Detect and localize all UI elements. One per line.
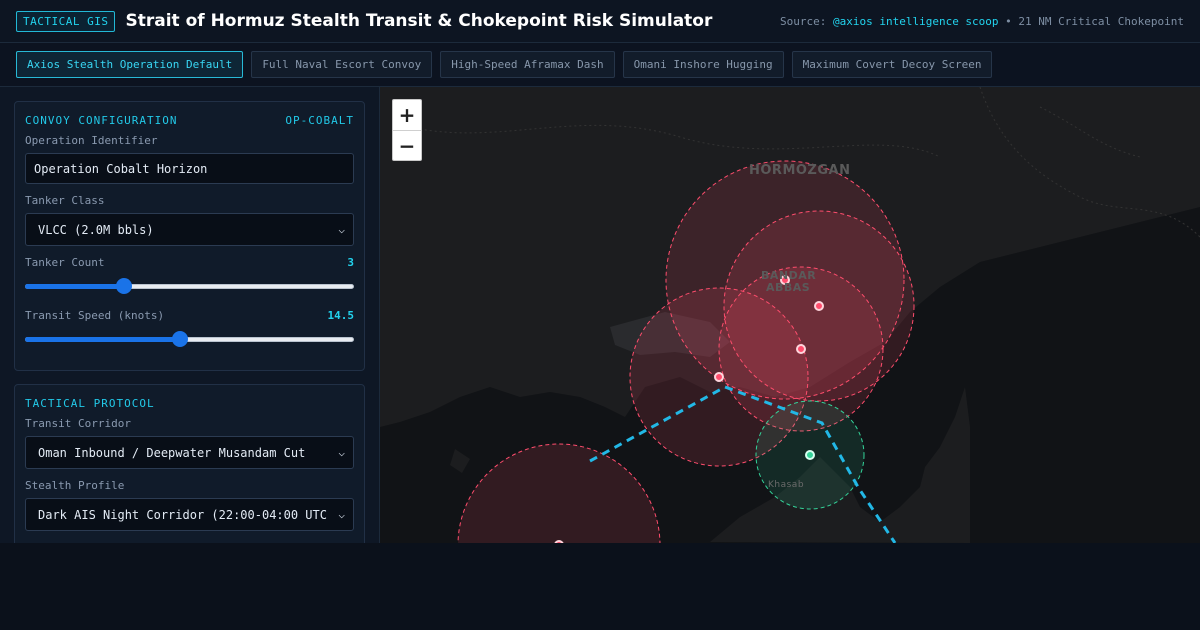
map-canvas [380, 87, 1200, 543]
preset-aframax-dash-button[interactable]: High-Speed Aframax Dash [440, 51, 615, 78]
tanker-count-slider[interactable] [25, 275, 354, 297]
chevron-down-icon: ⌵ [338, 223, 345, 236]
slider-thumb[interactable] [171, 331, 188, 347]
page-title: Strait of Hormuz Stealth Transit & Choke… [125, 11, 713, 31]
preset-axios-stealth-button[interactable]: Axios Stealth Operation Default [16, 51, 244, 78]
control-sidebar: CONVOY CONFIGURATION OP-COBALT Operation… [0, 87, 380, 543]
transit-speed-label: Transit Speed (knots) [25, 309, 165, 322]
source-suffix: • 21 NM Critical Chokepoint [998, 14, 1184, 28]
page-footer-area [0, 543, 1200, 630]
place-label-abbas: ABBAS [766, 281, 811, 294]
stealth-profile-value: Dark AIS Night Corridor (22:00-04:00 UTC… [38, 507, 328, 522]
chevron-down-icon: ⌵ [338, 508, 345, 521]
source-prefix: Source: [780, 14, 833, 28]
operation-identifier-value: Operation Cobalt Horizon [34, 161, 208, 176]
zoom-out-button[interactable]: − [393, 130, 421, 160]
transit-corridor-label: Transit Corridor [25, 417, 131, 430]
tactical-protocol-card: TACTICAL PROTOCOL Transit Corridor Oman … [14, 384, 365, 543]
transit-corridor-value: Oman Inbound / Deepwater Musandam Cut [38, 445, 306, 460]
threat-zone [457, 443, 661, 543]
threat-marker [814, 301, 824, 311]
tanker-count-value: 3 [347, 256, 354, 269]
stealth-profile-select[interactable]: Dark AIS Night Corridor (22:00-04:00 UTC… [25, 498, 354, 531]
place-label-hormozgan: HORMOZGAN [749, 163, 851, 178]
stealth-profile-label: Stealth Profile [25, 479, 125, 492]
map-view[interactable]: HORMOZGAN BANDAR ABBAS Khasab + − [380, 87, 1200, 543]
source-handle-link[interactable]: @axios intelligence scoop [833, 15, 999, 28]
transit-speed-value: 14.5 [327, 309, 355, 322]
threat-marker [714, 372, 724, 382]
preset-naval-escort-button[interactable]: Full Naval Escort Convoy [251, 51, 433, 78]
convoy-configuration-card: CONVOY CONFIGURATION OP-COBALT Operation… [14, 101, 365, 371]
app-header: TACTICAL GIS Strait of Hormuz Stealth Tr… [0, 0, 1200, 43]
zoom-control: + − [392, 99, 422, 161]
source-line: Source: @axios intelligence scoop • 21 N… [780, 15, 1184, 28]
operation-identifier-label: Operation Identifier [25, 134, 158, 147]
place-label-khasab: Khasab [768, 480, 805, 490]
chevron-down-icon: ⌵ [338, 446, 345, 459]
tanker-class-label: Tanker Class [25, 194, 105, 207]
slider-thumb[interactable] [115, 278, 132, 294]
operation-identifier-input[interactable]: Operation Cobalt Horizon [25, 153, 354, 184]
protocol-card-header: TACTICAL PROTOCOL [25, 397, 354, 410]
tanker-count-label: Tanker Count [25, 256, 105, 269]
slider-fill [25, 284, 124, 289]
transit-speed-slider[interactable] [25, 328, 354, 350]
safe-marker [805, 450, 815, 460]
protocol-heading: TACTICAL PROTOCOL [25, 397, 155, 410]
zoom-in-button[interactable]: + [393, 100, 421, 130]
island [450, 449, 470, 473]
convoy-card-header: CONVOY CONFIGURATION OP-COBALT [25, 114, 354, 127]
app-badge: TACTICAL GIS [16, 10, 116, 32]
threat-marker [796, 344, 806, 354]
operation-code: OP-COBALT [285, 114, 354, 127]
tanker-class-value: VLCC (2.0M bbls) [38, 222, 154, 237]
transit-corridor-select[interactable]: Oman Inbound / Deepwater Musandam Cut ⌵ [25, 436, 354, 469]
preset-omani-inshore-button[interactable]: Omani Inshore Hugging [622, 51, 784, 78]
tanker-class-select[interactable]: VLCC (2.0M bbls) ⌵ [25, 213, 354, 246]
preset-bar: Axios Stealth Operation Default Full Nav… [0, 43, 1200, 87]
convoy-heading: CONVOY CONFIGURATION [25, 114, 178, 127]
slider-fill [25, 337, 180, 342]
preset-decoy-screen-button[interactable]: Maximum Covert Decoy Screen [791, 51, 993, 78]
